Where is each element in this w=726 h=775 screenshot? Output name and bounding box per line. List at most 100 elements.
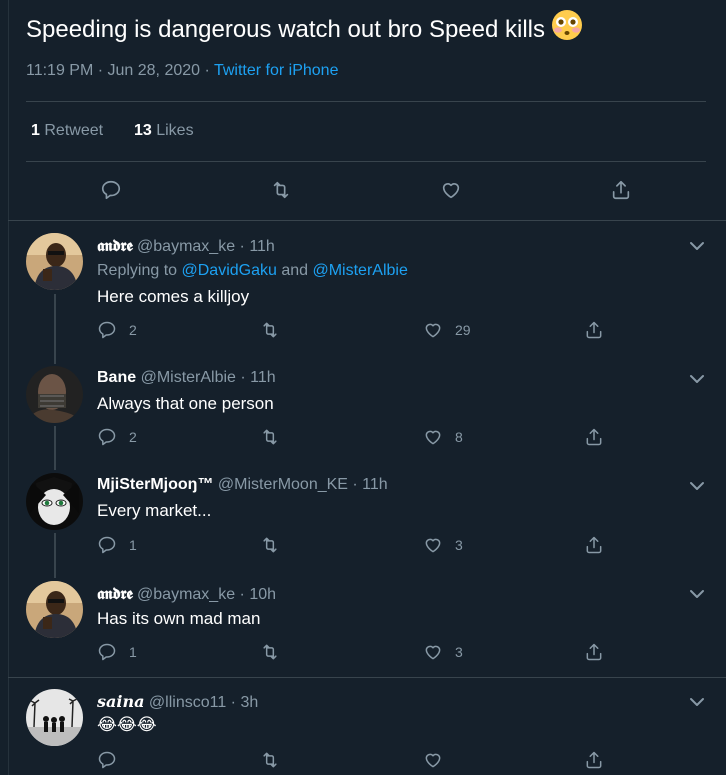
retweet-icon	[263, 429, 277, 445]
reply-item[interactable]: MjiSterMjooŋ™ @MisterMoon_KE · 11h Every…	[0, 462, 726, 574]
heart-icon	[425, 753, 441, 768]
tweet-timestamp[interactable]: 11:19 PM · Jun 28, 2020 ·	[26, 62, 214, 79]
heart-icon	[425, 538, 441, 553]
reply-header: 𝖆𝖓𝖉𝖗𝖊 @baymax_ke · 10h	[97, 584, 276, 604]
handle-time[interactable]: @llinsco11 · 3h	[149, 694, 258, 711]
reply-button[interactable]: 1	[97, 535, 137, 555]
reply-actions: 1 3	[0, 642, 726, 666]
display-name[interactable]: MjiSterMjooŋ™	[97, 476, 213, 493]
more-options-button[interactable]	[688, 693, 706, 711]
avatar[interactable]	[26, 366, 83, 423]
likes-stat[interactable]: 13 Likes	[134, 122, 194, 139]
reply-actions: 1 3	[0, 535, 726, 559]
tweet-meta: 11:19 PM · Jun 28, 2020 · Twitter for iP…	[26, 62, 338, 80]
reply-actions	[0, 750, 726, 774]
divider	[26, 101, 706, 102]
avatar[interactable]	[26, 233, 83, 290]
share-button[interactable]	[584, 750, 604, 770]
avatar[interactable]	[26, 473, 83, 530]
share-button[interactable]	[584, 320, 604, 340]
thread-line	[54, 570, 56, 578]
retweet-button[interactable]	[260, 427, 280, 447]
share-button[interactable]	[584, 427, 604, 447]
heart-icon	[425, 430, 441, 445]
retweet-icon	[263, 322, 277, 338]
reply-text: Always that one person	[97, 394, 274, 413]
reply-text: Here comes a killjoy	[97, 287, 250, 306]
reply-button[interactable]: 1	[97, 642, 137, 662]
handle-time[interactable]: @MisterAlbie · 11h	[141, 369, 276, 386]
more-options-button[interactable]	[688, 585, 706, 603]
chevron-down-icon	[690, 482, 704, 490]
like-button[interactable]: 29	[423, 320, 471, 340]
handle-time[interactable]: @baymax_ke · 11h	[137, 238, 275, 255]
reply-button[interactable]: 2	[97, 427, 137, 447]
reply-button[interactable]: 2	[97, 320, 137, 340]
share-icon	[586, 428, 602, 446]
avatar[interactable]	[26, 581, 83, 638]
handle-time[interactable]: @baymax_ke · 10h	[137, 586, 276, 603]
display-name[interactable]: Bane	[97, 369, 136, 386]
reply-item[interactable]: saina @llinsco11 · 3h 😂😂😂	[0, 678, 726, 775]
main-tweet-actions	[0, 179, 726, 203]
divider	[26, 161, 706, 162]
share-icon	[586, 536, 602, 554]
retweet-button[interactable]	[260, 320, 280, 340]
share-button[interactable]	[584, 535, 604, 555]
mention-link[interactable]: @DavidGaku	[182, 262, 277, 279]
retweet-button[interactable]	[260, 642, 280, 662]
share-icon	[586, 643, 602, 661]
reply-item[interactable]: 𝖆𝖓𝖉𝖗𝖊 @baymax_ke · 10h Has its own mad m…	[0, 570, 726, 678]
handle-time[interactable]: @MisterMoon_KE · 11h	[218, 476, 388, 493]
retweet-icon	[263, 644, 277, 660]
display-name[interactable]: 𝖆𝖓𝖉𝖗𝖊	[97, 584, 133, 603]
reply-button[interactable]	[100, 179, 122, 201]
reply-item[interactable]: Bane @MisterAlbie · 11h Always that one …	[0, 354, 726, 466]
retweet-button[interactable]	[260, 750, 280, 770]
share-icon	[586, 321, 602, 339]
like-count: 3	[455, 644, 463, 660]
thread-line	[54, 354, 56, 364]
more-options-button[interactable]	[688, 237, 706, 255]
share-icon	[586, 751, 602, 769]
share-button[interactable]	[610, 179, 632, 201]
retweet-icon	[263, 752, 277, 768]
like-count: 8	[455, 429, 463, 445]
like-button[interactable]: 3	[423, 642, 463, 662]
retweet-icon	[273, 181, 289, 199]
retweets-stat[interactable]: 1 Retweet	[31, 122, 103, 139]
mention-link[interactable]: @MisterAlbie	[312, 262, 407, 279]
thread-line	[54, 462, 56, 470]
replying-to: Replying to @DavidGaku and @MisterAlbie	[97, 262, 408, 279]
more-options-button[interactable]	[688, 477, 706, 495]
reply-header: Bane @MisterAlbie · 11h	[97, 369, 276, 387]
reply-header: MjiSterMjooŋ™ @MisterMoon_KE · 11h	[97, 476, 388, 494]
chevron-down-icon	[690, 698, 704, 706]
retweet-button[interactable]	[270, 179, 292, 201]
share-button[interactable]	[584, 642, 604, 662]
more-options-button[interactable]	[688, 370, 706, 388]
heart-icon	[425, 645, 441, 660]
reply-icon	[98, 536, 116, 554]
reply-text: Every market...	[97, 501, 212, 520]
like-button[interactable]	[423, 750, 455, 770]
like-count: 29	[455, 322, 471, 338]
reply-header: saina @llinsco11 · 3h	[97, 692, 258, 712]
avatar[interactable]	[26, 689, 83, 746]
reply-item[interactable]: 𝖆𝖓𝖉𝖗𝖊 @baymax_ke · 11h Replying to @Davi…	[0, 220, 726, 358]
share-icon	[612, 180, 630, 200]
reply-count: 1	[129, 644, 137, 660]
retweet-button[interactable]	[260, 535, 280, 555]
reply-button[interactable]	[97, 750, 129, 770]
reply-text: Has its own mad man	[97, 609, 261, 628]
like-button[interactable]	[440, 179, 462, 201]
tweet-stats: 1 Retweet 13 Likes	[31, 122, 194, 140]
display-name[interactable]: 𝖆𝖓𝖉𝖗𝖊	[97, 236, 133, 255]
reply-actions: 2 29	[0, 320, 726, 344]
chevron-down-icon	[690, 590, 704, 598]
flushed-face-emoji-icon	[551, 9, 583, 50]
tweet-source-link[interactable]: Twitter for iPhone	[214, 62, 339, 79]
like-button[interactable]: 8	[423, 427, 463, 447]
display-name[interactable]: saina	[97, 692, 144, 711]
like-button[interactable]: 3	[423, 535, 463, 555]
